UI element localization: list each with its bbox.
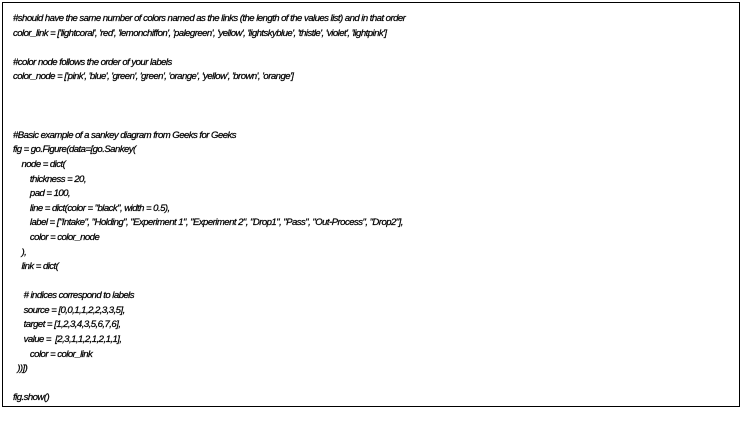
code-line: thickness = 20,	[13, 173, 87, 185]
code-line: color = color_link	[13, 348, 93, 360]
code-line: node = dict(	[13, 158, 66, 170]
code-line: #Basic example of a sankey diagram from …	[13, 129, 237, 141]
code-line: fig = go.Figure(data=[go.Sankey(	[13, 144, 136, 156]
code-line: target = [1,2,3,4,3,5,6,7,6],	[13, 319, 121, 331]
code-line: ),	[13, 246, 27, 258]
code-block: #should have the same number of colors n…	[13, 12, 406, 406]
code-line: #should have the same number of colors n…	[13, 13, 406, 24]
code-line: # indices correspond to labels	[13, 290, 135, 302]
code-line: fig.show()	[13, 392, 50, 404]
code-snippet-frame: #should have the same number of colors n…	[2, 2, 740, 407]
code-line: color_node = ['pink', 'blue', 'green', '…	[13, 71, 294, 83]
code-line: #color node follows the order of your la…	[13, 56, 173, 68]
code-line: color_link = ['lightcoral', 'red', 'lemo…	[13, 27, 387, 39]
code-line: label = ["Intake", "Holding", "Experimen…	[13, 217, 404, 229]
code-line: pad = 100,	[13, 188, 71, 200]
code-line: line = dict(color = "black", width = 0.5…	[13, 202, 170, 214]
code-line: source = [0,0,1,1,2,2,3,3,5],	[13, 304, 125, 316]
code-line: ))])	[13, 363, 28, 375]
code-line: color = color_node	[13, 231, 100, 243]
code-line: value = [2,3,1,1,2,1,2,1,1],	[13, 334, 122, 346]
code-line: link = dict(	[13, 261, 59, 273]
